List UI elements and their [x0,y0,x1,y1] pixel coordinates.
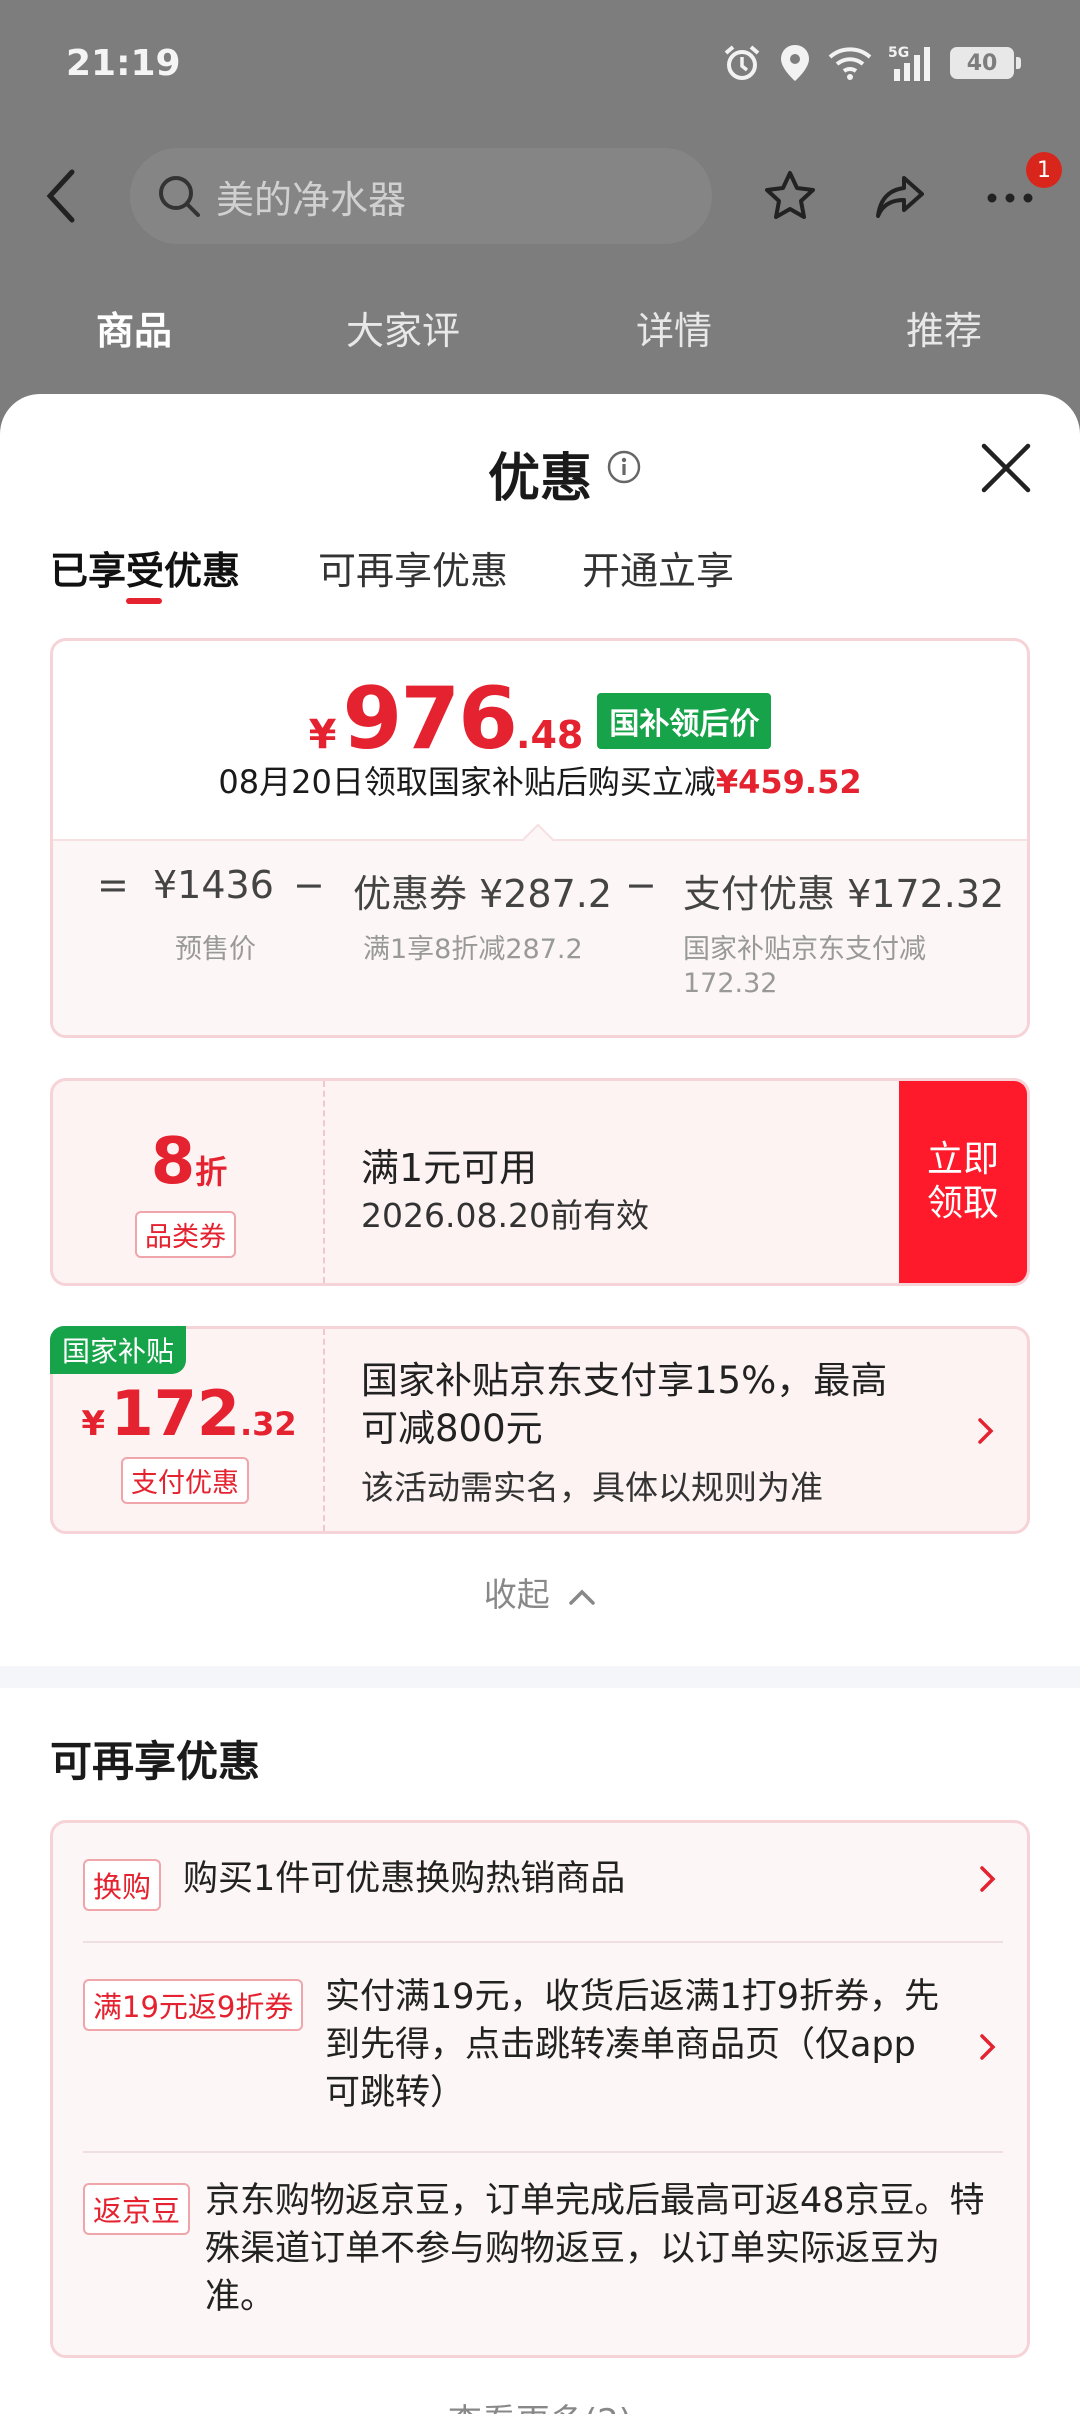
jd-beans-text: 京东购物返京豆，订单完成后最高可返48京豆。特殊渠道订单不参与购物返豆，以订单实… [205,2181,985,2317]
tab-details[interactable]: 详情 [636,300,712,355]
jd-beans-tag: 返京豆 [83,2183,191,2235]
claim-line-2: 领取 [926,1183,999,1224]
location-icon [781,45,809,81]
coupon-value: 8折 品类券 [53,1081,325,1283]
presale-price: ¥1436 [153,863,274,907]
subsidy-amount-decimal: .32 [239,1405,297,1443]
more-discounts-card: 换购 购买1件可优惠换购热销商品 满19元返9折券 实付满19元，收货后返满1打… [50,1820,1030,2358]
search-placeholder: 美的净水器 [216,177,407,222]
signal-5g-icon: 5G [888,45,930,81]
minus-sign: − [293,863,325,907]
claim-button-label: 立即 领取 [927,1138,999,1226]
coupon-label: 满1享8折减287.2 [363,934,583,965]
price-summary-card: ¥ 976 .48 国补领后价 08月20日领取国家补贴后购买立减¥459.52… [50,638,1030,1038]
collapse-button[interactable]: 收起 [0,1568,1080,1616]
subsidy-price-tag: 国补领后价 [597,693,772,749]
battery-icon: 40 [950,47,1021,79]
price-decimal: .48 [516,713,584,757]
background-page: 21:19 5G 40 美的净水器 1 商品 大家评 详情 推荐 [0,0,1080,420]
active-tab-indicator [126,598,162,604]
status-time: 21:19 [66,42,181,84]
cashback-coupon-text: 实付满19元，收货后返满1打9折券，先到先得，点击跳转凑单商品页（仅app可跳转… [325,1977,940,2113]
sheet-title: 优惠 [487,449,592,509]
chevron-up-icon [569,1589,595,1605]
currency-symbol: ¥ [308,712,337,758]
payment-label-amount: 172.32 [683,968,778,999]
notification-badge: 1 [1026,152,1062,188]
share-icon[interactable] [872,168,928,224]
tab-activate[interactable]: 开通立享 [582,540,734,595]
wifi-icon [828,47,872,80]
price-calculation: = ¥1436 − 优惠券 ¥287.2 − 支付优惠 ¥172.32 [53,863,1027,923]
tab-more-available[interactable]: 可再享优惠 [318,540,508,595]
equals-sign: = [97,863,129,907]
chevron-right-icon [980,2034,996,2060]
chevron-right-icon [978,1418,994,1444]
status-icons: 5G 40 [722,43,1021,83]
discount-value: 8折 [53,1125,325,1199]
svg-text:5G: 5G [888,45,909,61]
subsidy-amount-display: ¥ 172.32 [53,1377,325,1450]
tab-recommend[interactable]: 推荐 [906,300,982,355]
list-item: 返京豆 京东购物返京豆，订单完成后最高可返48京豆。特殊渠道订单不参与购物返豆，… [83,2153,1003,2353]
payment-label: 国家补贴京东支付减 [683,934,926,965]
chevron-right-icon [980,1866,996,1892]
subsidy-note: 该活动需实名，具体以规则为准 [361,1468,823,1507]
cashback-coupon-tag: 满19元返9折券 [83,1979,304,2031]
exchange-text: 购买1件可优惠换购热销商品 [183,1859,626,1899]
star-icon[interactable] [762,168,818,224]
payment-discount: 支付优惠 ¥172.32 [683,872,1005,916]
search-bar[interactable]: 美的净水器 [130,148,712,244]
back-icon[interactable] [44,168,80,224]
national-subsidy-card[interactable]: ¥ 172.32 支付优惠 国家补贴 国家补贴京东支付享15%，最高可减800元… [50,1326,1030,1534]
tab-reviews[interactable]: 大家评 [346,300,460,355]
more-discounts-title: 可再享优惠 [50,1737,261,1786]
tab-product[interactable]: 商品 [96,300,172,355]
subsidy-description: 08月20日领取国家补贴后购买立减¥459.52 [53,757,1027,803]
final-price: ¥ 976 .48 国补领后价 [53,669,1027,769]
close-icon[interactable] [980,442,1032,494]
category-coupon-tag: 品类券 [135,1211,236,1258]
tab-enjoyed[interactable]: 已享受优惠 [50,540,240,595]
discount-sheet: 优惠 已享受优惠 可再享优惠 开通立享 ¥ 976 .48 国补领后价 08月2… [0,394,1080,2414]
section-divider [0,1666,1080,1688]
search-icon [159,176,200,217]
coupon-condition: 满1元可用 [361,1146,538,1190]
currency-symbol: ¥ [81,1404,105,1444]
minus-sign: − [625,863,657,907]
claim-line-1: 立即 [926,1139,999,1180]
claim-coupon-button[interactable]: 立即 领取 [899,1081,1027,1283]
exchange-tag: 换购 [83,1859,162,1911]
list-item[interactable]: 满19元返9折券 实付满19元，收货后返满1打9折券，先到先得，点击跳转凑单商品… [83,1943,1003,2149]
subsidy-amount-integer: 172 [110,1377,240,1450]
discount-unit: 折 [195,1153,228,1191]
subsidy-description-text: 08月20日领取国家补贴后购买立减 [218,763,716,801]
coupon-card: 8折 品类券 满1元可用 2026.08.20前有效 立即 领取 [50,1078,1030,1286]
see-more-button[interactable]: 查看更多(2) [0,2394,1080,2414]
status-bar: 21:19 5G 40 [66,38,1021,88]
price-integer: 976 [342,669,518,769]
collapse-label: 收起 [483,1575,550,1614]
battery-level: 40 [966,50,998,76]
discount-number: 8 [150,1125,196,1199]
coupon-validity: 2026.08.20前有效 [361,1196,649,1235]
top-navigation: 美的净水器 [0,148,1080,244]
info-icon[interactable] [606,449,642,485]
coupon-price: 优惠券 ¥287.2 [353,872,613,916]
alarm-icon [724,45,760,80]
national-subsidy-flag: 国家补贴 [50,1326,187,1374]
subsidy-amount: ¥459.52 [715,763,862,801]
list-item[interactable]: 换购 购买1件可优惠换购热销商品 [83,1823,1003,1941]
subsidy-title: 国家补贴京东支付享15%，最高可减800元 [361,1359,888,1450]
presale-label: 预售价 [175,934,256,965]
payment-discount-tag: 支付优惠 [121,1457,249,1504]
